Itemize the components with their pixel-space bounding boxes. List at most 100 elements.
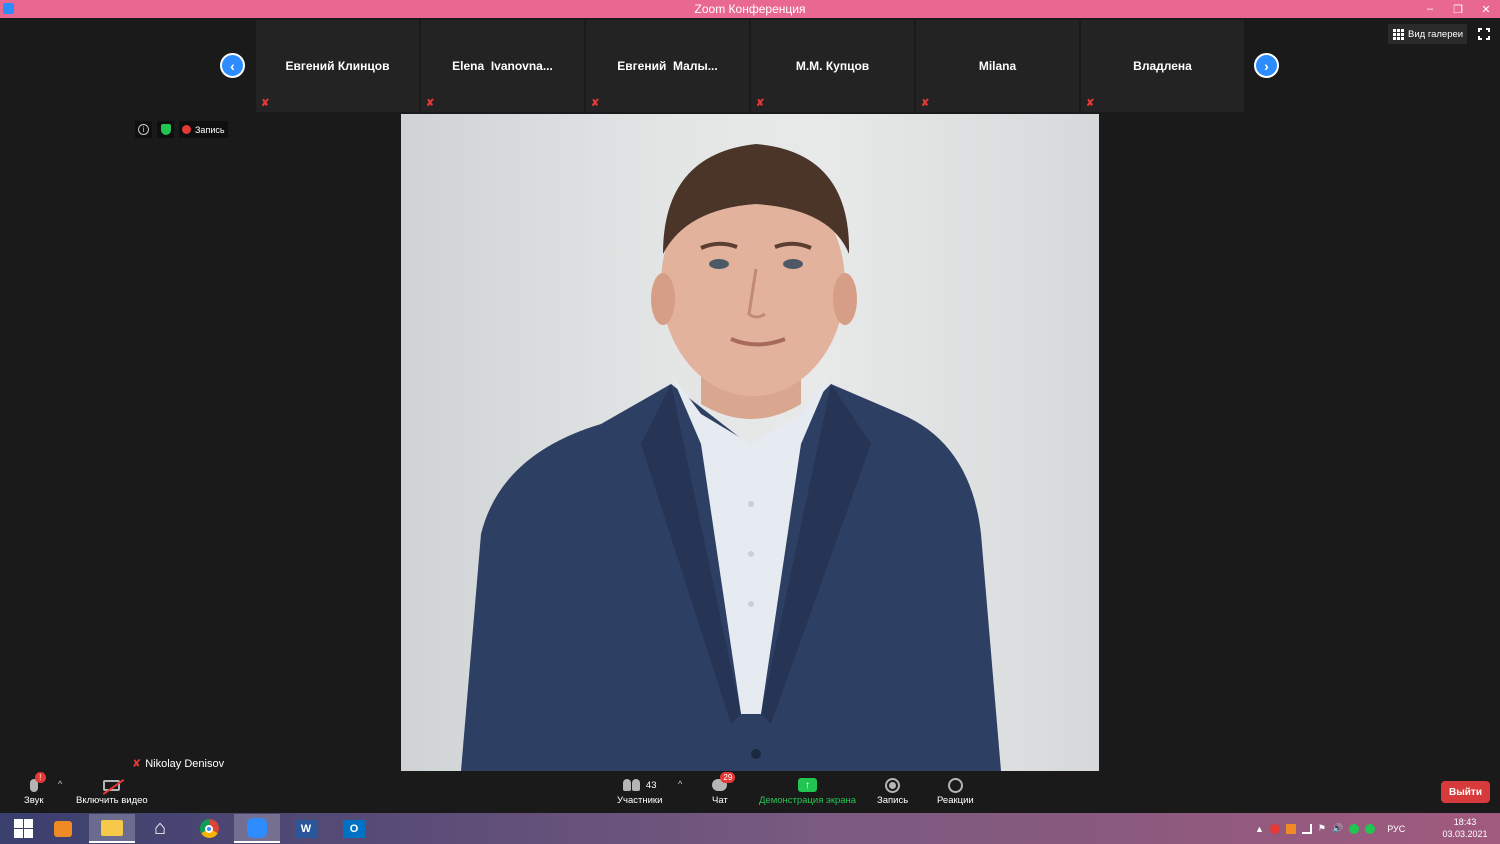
participant-name: Elena Ivanovna...	[452, 59, 553, 73]
muted-mic-icon: ✘	[1086, 98, 1095, 109]
recording-indicator[interactable]: Запись	[179, 121, 228, 138]
leave-meeting-button[interactable]: Выйти	[1441, 781, 1490, 803]
taskbar-file-explorer[interactable]	[89, 814, 135, 843]
windows-logo-icon	[13, 819, 33, 838]
speaker-portrait	[461, 144, 1001, 771]
taskbar-media-player[interactable]	[40, 814, 86, 843]
gallery-view-button[interactable]: Вид галереи	[1388, 24, 1467, 44]
participant-tile[interactable]: Владлена ✘	[1081, 20, 1244, 112]
audio-warning-badge: !	[34, 772, 46, 783]
participants-icon	[622, 779, 640, 791]
recording-dot-icon	[182, 125, 191, 134]
taskbar-outlook[interactable]: O	[331, 814, 377, 843]
window-title: Zoom Конференция	[694, 2, 806, 16]
title-bar: Zoom Конференция – ❐ ✕	[0, 0, 1500, 18]
active-speaker-video[interactable]	[401, 114, 1099, 771]
share-screen-icon: ↑	[798, 778, 818, 792]
participant-name: М.М. Купцов	[795, 59, 870, 73]
folder-icon	[101, 819, 123, 836]
participant-name: Владлена	[1133, 59, 1192, 73]
taskbar-chrome[interactable]	[186, 814, 232, 843]
windows-taskbar: ⌂ W O ▲ ⚑ 🔊 РУС 18:43 03.03.2021	[0, 813, 1500, 844]
share-screen-label: Демонстрация экрана	[759, 795, 857, 806]
flag-icon[interactable]: ⚑	[1318, 823, 1326, 834]
muted-mic-icon: ✘	[261, 98, 270, 109]
filmstrip-next-button[interactable]: ›	[1254, 53, 1279, 78]
meeting-info-button[interactable]: i	[135, 121, 152, 138]
participants-label: Участники	[617, 795, 663, 806]
close-window-button[interactable]: ✕	[1472, 0, 1500, 18]
muted-mic-icon: ✘	[591, 98, 600, 109]
participant-name: Евгений Малы...	[617, 59, 718, 73]
outlook-icon: O	[343, 819, 365, 838]
antivirus-icon[interactable]	[1269, 823, 1280, 834]
participants-button[interactable]: 43 Участники	[617, 775, 662, 806]
app-tray-icon[interactable]	[1285, 823, 1296, 834]
clock-date: 03.03.2021	[1442, 829, 1488, 839]
recording-label: Запись	[195, 124, 225, 135]
muted-mic-icon: ✘	[132, 758, 142, 770]
record-label: Запись	[877, 795, 909, 806]
record-button[interactable]: Запись	[877, 775, 908, 806]
home-icon: ⌂	[153, 817, 167, 839]
participant-tile[interactable]: М.М. Купцов ✘	[751, 20, 914, 112]
audio-options-caret-icon[interactable]: ^	[58, 779, 62, 789]
chat-unread-badge: 29	[720, 772, 736, 783]
minimize-button[interactable]: –	[1416, 0, 1444, 18]
input-language[interactable]: РУС	[1387, 824, 1405, 834]
video-off-icon	[103, 778, 125, 795]
meeting-info-row: i Запись	[135, 121, 228, 138]
word-icon: W	[295, 819, 317, 838]
audio-button[interactable]: ! Звук	[24, 772, 46, 806]
gallery-view-label: Вид галереи	[1408, 28, 1464, 40]
zoom-icon	[247, 817, 267, 838]
chat-button[interactable]: 29 Чат	[712, 772, 736, 806]
participant-tile[interactable]: Elena Ivanovna... ✘	[421, 20, 584, 112]
info-icon: i	[138, 124, 149, 135]
system-tray: ▲ ⚑ 🔊 РУС	[1255, 813, 1405, 844]
shield-icon	[160, 124, 171, 135]
record-icon	[885, 777, 901, 793]
network-icon[interactable]	[1301, 823, 1312, 834]
participant-name: Евгений Клинцов	[285, 59, 390, 73]
media-player-icon	[54, 820, 72, 837]
participant-filmstrip: Евгений Клинцов ✘ Elena Ivanovna... ✘ Ев…	[256, 20, 1244, 112]
encryption-button[interactable]	[157, 121, 174, 138]
taskbar-clock[interactable]: 18:43 03.03.2021	[1440, 816, 1490, 840]
audio-label: Звук	[24, 795, 44, 806]
video-label: Включить видео	[76, 795, 148, 806]
zoom-app-icon	[3, 3, 14, 14]
muted-mic-icon: ✘	[756, 98, 765, 109]
reactions-label: Реакции	[937, 795, 974, 806]
sync-icon[interactable]	[1349, 823, 1360, 834]
participants-options-caret-icon[interactable]: ^	[678, 779, 682, 789]
taskbar-word[interactable]: W	[283, 814, 329, 843]
speaker-name: Nikolay Denisov	[145, 757, 225, 770]
restore-button[interactable]: ❐	[1444, 0, 1472, 18]
security-check-icon[interactable]	[1365, 823, 1376, 834]
reactions-button[interactable]: Реакции	[937, 775, 974, 806]
reactions-icon	[947, 777, 963, 793]
clock-time: 18:43	[1453, 817, 1477, 827]
participant-tile[interactable]: Евгений Малы... ✘	[586, 20, 749, 112]
meeting-toolbar: ! Звук ^ Включить видео 43 Участники ^ 2…	[0, 771, 1500, 813]
grid-icon	[1393, 28, 1404, 40]
participants-count: 43	[645, 779, 657, 791]
muted-mic-icon: ✘	[426, 98, 435, 109]
taskbar-home[interactable]: ⌂	[137, 814, 183, 843]
filmstrip-prev-button[interactable]: ‹	[220, 53, 245, 78]
participant-tile[interactable]: Milana ✘	[916, 20, 1079, 112]
tray-expand-icon[interactable]: ▲	[1255, 824, 1264, 834]
participant-tile[interactable]: Евгений Клинцов ✘	[256, 20, 419, 112]
chrome-icon	[199, 819, 219, 838]
start-video-button[interactable]: Включить видео	[76, 775, 148, 806]
volume-icon[interactable]: 🔊	[1332, 823, 1343, 834]
share-screen-button[interactable]: ↑ Демонстрация экрана	[759, 775, 856, 806]
participant-name: Milana	[978, 59, 1017, 73]
speaker-name-tag: ✘ Nikolay Denisov	[128, 755, 229, 772]
window-controls: – ❐ ✕	[1416, 0, 1500, 18]
muted-mic-icon: ✘	[921, 98, 930, 109]
fullscreen-icon[interactable]	[1477, 27, 1491, 41]
chat-label: Чат	[712, 795, 728, 806]
taskbar-zoom[interactable]	[234, 814, 280, 843]
